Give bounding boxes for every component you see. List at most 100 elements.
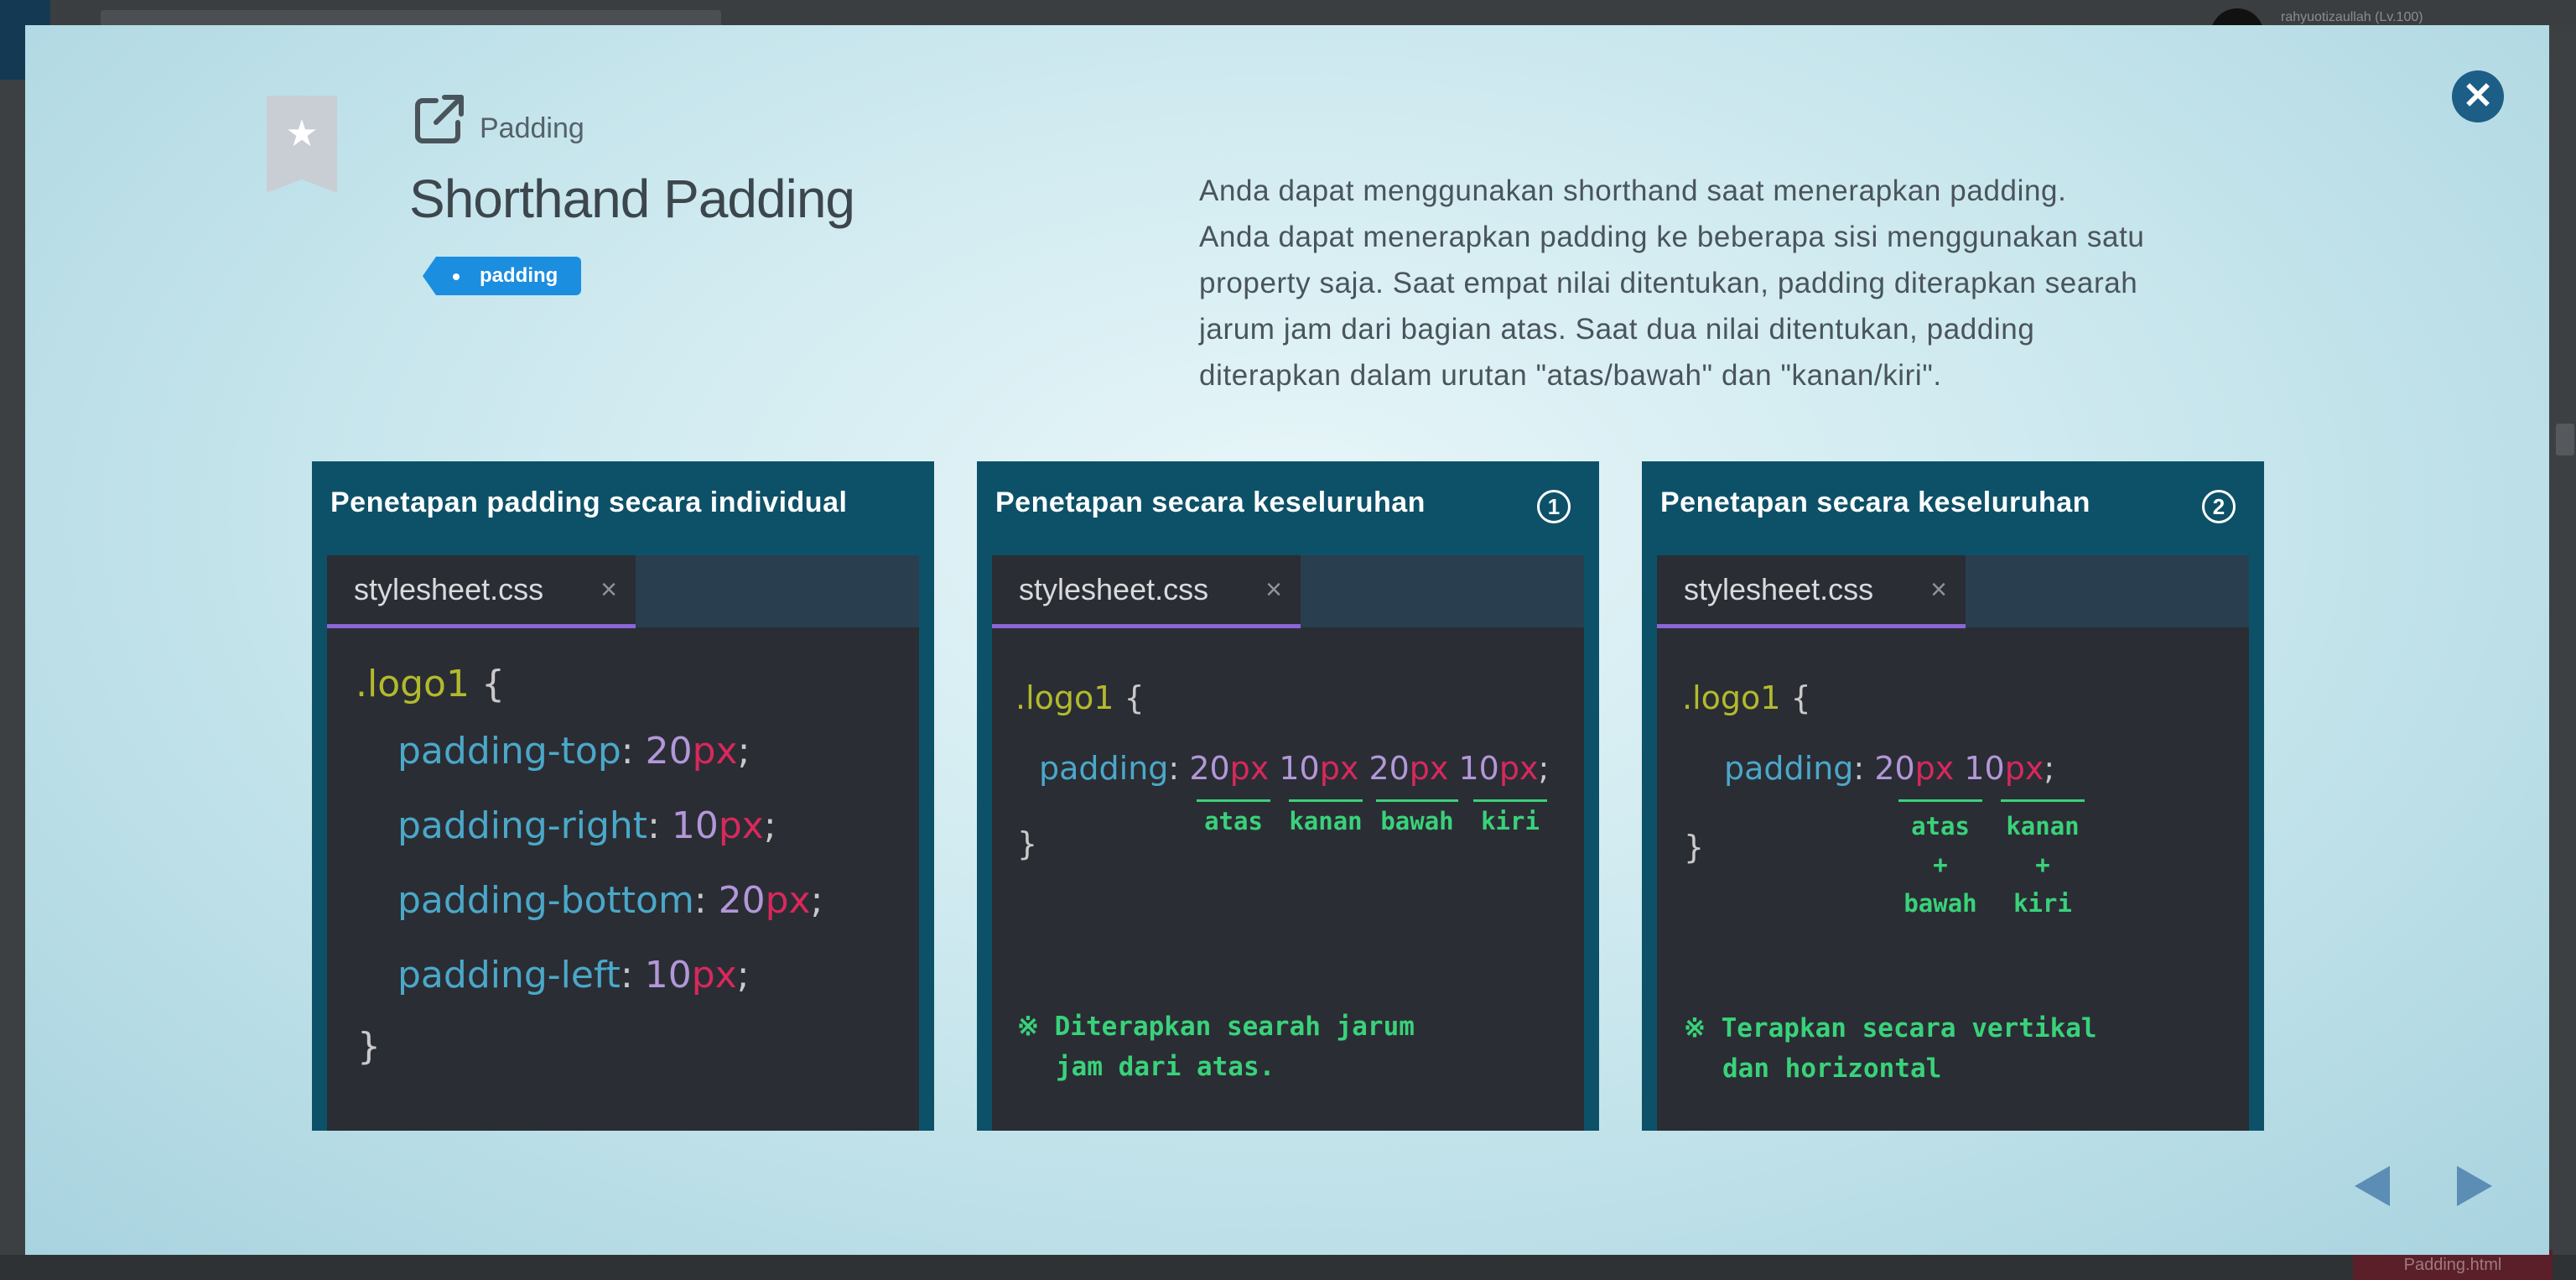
description-line: property saja. Saat empat nilai ditentuk… [1199, 267, 2138, 299]
background-scrollbar[interactable] [2556, 424, 2574, 455]
css-number: 20 [1189, 750, 1230, 787]
tab-close-icon[interactable]: × [1265, 574, 1282, 606]
css-number: 20 [718, 879, 766, 922]
note-line: dan horizontal [1722, 1054, 1942, 1084]
annotation-label: kiri [1481, 807, 1540, 835]
value-underline [2001, 799, 2085, 802]
background-bottom-bar [0, 1255, 2576, 1280]
code-line: padding-right: 10px; [397, 804, 776, 847]
css-selector: .logo1 [1015, 679, 1114, 716]
css-unit: px [1498, 750, 1539, 787]
description-line: Anda dapat menggunakan shorthand saat me… [1199, 174, 2067, 207]
editor-tab-bar: stylesheet.css × [992, 555, 1584, 628]
code-line: padding-left: 10px; [397, 954, 750, 996]
note: ※ Diterapkan searah jarum jam dari atas. [1017, 1007, 1415, 1087]
tab-close-icon[interactable]: × [600, 574, 617, 606]
css-number: 20 [645, 730, 693, 773]
annotation-label: kanan [1289, 807, 1363, 835]
annotation-label: atas [1911, 812, 1970, 840]
css-number: 10 [1279, 750, 1320, 787]
css-property: padding-bottom [397, 879, 694, 922]
value-underline [1473, 799, 1547, 802]
code-selector-line: .logo1 { [356, 663, 505, 705]
close-brace: } [1017, 825, 1038, 862]
annotation-group: atas + bawah [1898, 807, 1982, 923]
css-unit: px [691, 954, 737, 996]
triangle-right-icon[interactable] [2457, 1166, 2492, 1206]
panel-individual: Penetapan padding secara individual styl… [312, 461, 934, 1131]
open-brace: { [1124, 679, 1145, 716]
panel-title: Penetapan secara keseluruhan [995, 487, 1426, 518]
close-button[interactable]: ✕ [2452, 70, 2504, 122]
note-line: jam dari atas. [1056, 1052, 1275, 1082]
note-line: ※ Terapkan secara vertikal [1684, 1013, 2097, 1043]
code-editor: stylesheet.css × .logo1 { padding-top: 2… [327, 555, 919, 1131]
css-unit: px [718, 804, 764, 847]
panel-shorthand-four: Penetapan secara keseluruhan 1 styleshee… [977, 461, 1599, 1131]
value-underline [1289, 799, 1363, 802]
open-brace: { [1790, 679, 1811, 716]
bookmark-button[interactable]: ★ [267, 96, 337, 193]
tab-stylesheet[interactable]: stylesheet.css × [992, 555, 1301, 628]
css-property: padding [1724, 750, 1854, 787]
css-selector: .logo1 [356, 663, 470, 705]
panel-number: 2 [2202, 490, 2236, 523]
panel-title: Penetapan padding secara individual [330, 487, 848, 518]
css-number: 10 [644, 954, 692, 996]
tag-dot-icon [453, 273, 460, 280]
annotation-label: kiri [2013, 889, 2072, 918]
css-unit: px [692, 730, 738, 773]
close-brace: } [1684, 829, 1705, 866]
annotation-label: bawah [1903, 889, 1977, 918]
page-title: Shorthand Padding [409, 169, 855, 229]
tab-label: stylesheet.css [354, 572, 544, 606]
tab-label: stylesheet.css [1019, 572, 1209, 606]
description-line: diterapkan dalam urutan "atas/bawah" dan… [1199, 359, 1942, 392]
category-label: Padding [480, 112, 584, 144]
css-unit: px [1409, 750, 1449, 787]
external-link-icon[interactable] [411, 91, 468, 148]
star-icon: ★ [285, 113, 319, 154]
tag-badge[interactable]: padding [422, 257, 582, 295]
value-underline [1197, 799, 1270, 802]
description-line: Anda dapat menerapkan padding ke beberap… [1199, 221, 2145, 253]
code-line: padding-bottom: 20px; [397, 879, 823, 922]
css-unit: px [765, 879, 811, 922]
css-property: padding-top [397, 730, 621, 773]
user-label: rahyuotizaullah (Lv.100) [2281, 10, 2423, 24]
open-brace: { [480, 663, 505, 705]
annotation-plus: + [1933, 851, 1948, 879]
close-icon: ✕ [2462, 75, 2494, 117]
tab-stylesheet[interactable]: stylesheet.css × [327, 555, 636, 628]
tab-stylesheet[interactable]: stylesheet.css × [1657, 555, 1966, 628]
css-unit: px [2004, 750, 2044, 787]
annotation-label: kanan [2006, 812, 2080, 840]
panel-number: 1 [1537, 490, 1571, 523]
slide-modal: ★ Padding Shorthand Padding padding Anda… [25, 25, 2549, 1255]
css-number: 10 [1964, 750, 2005, 787]
code-selector-line: .logo1 { [1682, 679, 1811, 716]
annotation-plus: + [2035, 851, 2050, 879]
css-unit: px [1229, 750, 1270, 787]
css-selector: .logo1 [1682, 679, 1781, 716]
close-brace: } [357, 1025, 381, 1068]
css-unit: px [1914, 750, 1955, 787]
css-property: padding-left [397, 954, 621, 996]
code-editor: stylesheet.css × .logo1 { padding: 20px … [1657, 555, 2249, 1131]
css-unit: px [1319, 750, 1359, 787]
css-number: 10 [671, 804, 719, 847]
css-number: 10 [1458, 750, 1499, 787]
editor-tab-bar: stylesheet.css × [1657, 555, 2249, 628]
panel-title: Penetapan secara keseluruhan [1660, 487, 2090, 518]
triangle-left-icon[interactable] [2355, 1166, 2390, 1206]
note: ※ Terapkan secara vertikal dan horizonta… [1684, 1008, 2097, 1089]
annotation-label: atas [1204, 807, 1263, 835]
css-property: padding [1039, 750, 1169, 787]
annotation-group: kanan + kiri [2001, 807, 2085, 923]
css-number: 20 [1368, 750, 1410, 787]
code-selector-line: .logo1 { [1015, 679, 1145, 716]
tab-label: stylesheet.css [1684, 572, 1874, 606]
tag-label: padding [480, 264, 558, 287]
tab-close-icon[interactable]: × [1930, 574, 1947, 606]
css-number: 20 [1874, 750, 1915, 787]
